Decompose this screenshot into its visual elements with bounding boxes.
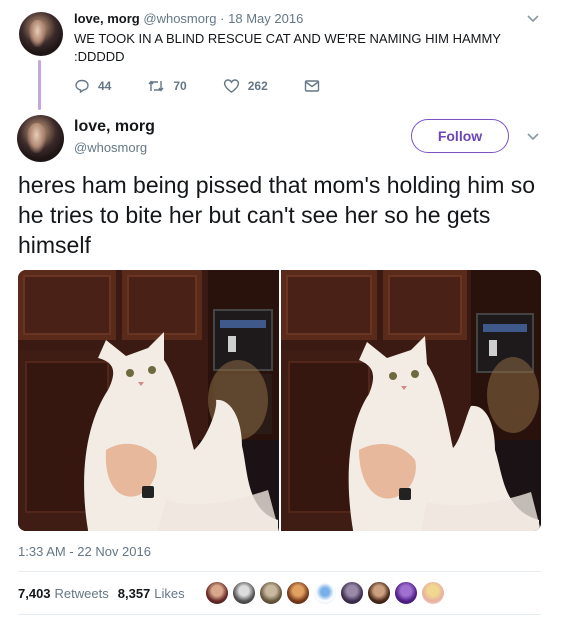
like-button[interactable]: 262 <box>223 78 268 94</box>
liker-avatar[interactable] <box>340 581 364 605</box>
reply-count: 44 <box>98 79 112 93</box>
likes-count: 8,357 <box>117 586 151 601</box>
liker-avatar[interactable] <box>313 581 337 605</box>
liker-avatar[interactable] <box>421 581 445 605</box>
divider <box>18 614 541 615</box>
liker-avatar[interactable] <box>232 581 256 605</box>
chevron-down-icon[interactable] <box>526 129 540 143</box>
follow-button[interactable]: Follow <box>411 119 509 153</box>
quoted-date[interactable]: 18 May 2016 <box>228 11 303 26</box>
heart-icon <box>223 79 239 93</box>
quoted-avatar[interactable] <box>19 12 63 56</box>
tweet-photo-1[interactable] <box>18 270 279 531</box>
engagement-stats: 7,403 Retweets 8,357 Likes <box>18 586 194 601</box>
envelope-icon <box>304 80 319 92</box>
liker-avatar[interactable] <box>259 581 283 605</box>
liker-avatars <box>205 581 448 605</box>
liker-avatar[interactable] <box>205 581 229 605</box>
quoted-tweet-text: WE TOOK IN A BLIND RESCUE CAT AND WE'RE … <box>74 31 501 64</box>
retweets-label: Retweets <box>54 586 109 601</box>
retweet-button[interactable]: 70 <box>147 78 187 94</box>
retweet-count: 70 <box>173 79 187 93</box>
tweet-timestamp[interactable]: 1:33 AM - 22 Nov 2016 <box>18 544 151 559</box>
author-handle[interactable]: @whosmorg <box>74 140 147 155</box>
retweets-stat[interactable]: 7,403 Retweets <box>18 586 109 601</box>
chevron-down-icon[interactable] <box>526 11 540 25</box>
quoted-display-name[interactable]: love, morg <box>74 11 140 26</box>
likes-stat[interactable]: 8,357 Likes <box>118 586 185 601</box>
thread-connector-line <box>38 60 41 110</box>
liker-avatar[interactable] <box>394 581 418 605</box>
quoted-tweet-actions: 44 70 262 <box>74 78 364 94</box>
quoted-handle[interactable]: @whosmorg <box>143 11 216 26</box>
tweet-text: heres ham being pissed that mom's holdin… <box>18 172 536 258</box>
like-count: 262 <box>247 79 268 93</box>
dm-button[interactable] <box>304 79 328 93</box>
quoted-separator: · <box>220 11 225 26</box>
reply-button[interactable]: 44 <box>74 78 111 94</box>
tweet-photo-2[interactable] <box>281 270 541 531</box>
retweet-icon <box>148 80 164 92</box>
liker-avatar[interactable] <box>286 581 310 605</box>
author-display-name[interactable]: love, morg <box>74 118 155 136</box>
reply-icon <box>75 79 89 94</box>
quoted-tweet-header: love, morg @whosmorg · 18 May 2016 <box>74 11 303 26</box>
likes-label: Likes <box>154 586 185 601</box>
retweets-count: 7,403 <box>18 586 51 601</box>
liker-avatar[interactable] <box>367 581 391 605</box>
author-avatar[interactable] <box>17 115 64 162</box>
divider <box>18 571 541 572</box>
